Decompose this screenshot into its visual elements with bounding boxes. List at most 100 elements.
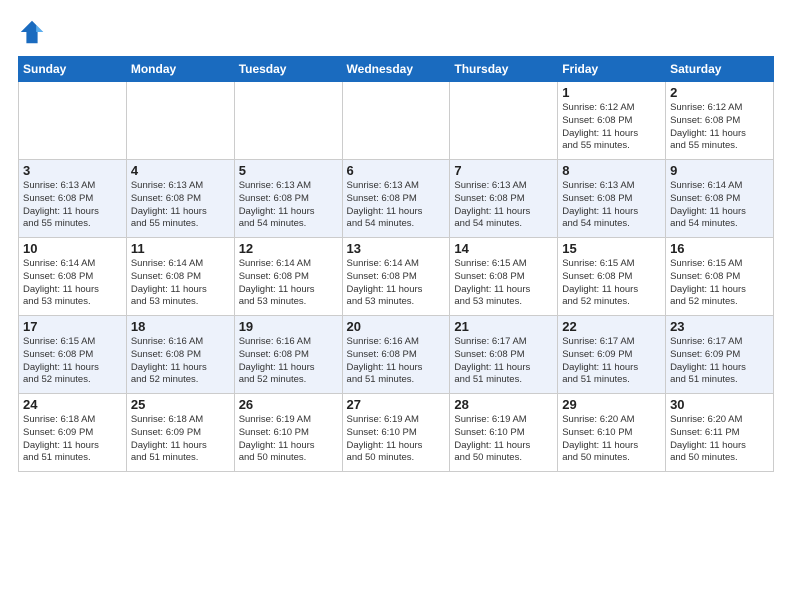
- day-info: Sunrise: 6:12 AM Sunset: 6:08 PM Dayligh…: [670, 102, 769, 153]
- calendar-cell: 23 Sunrise: 6:17 AM Sunset: 6:09 PM Dayli…: [666, 316, 774, 394]
- day-number: 2: [670, 85, 769, 100]
- weekday-header-monday: Monday: [126, 57, 234, 82]
- day-info: Sunrise: 6:13 AM Sunset: 6:08 PM Dayligh…: [131, 180, 230, 231]
- day-number: 16: [670, 241, 769, 256]
- day-number: 29: [562, 397, 661, 412]
- day-number: 24: [23, 397, 122, 412]
- day-info: Sunrise: 6:12 AM Sunset: 6:08 PM Dayligh…: [562, 102, 661, 153]
- calendar-cell: 26 Sunrise: 6:19 AM Sunset: 6:10 PM Dayli…: [234, 394, 342, 472]
- generalblue-icon: [18, 18, 46, 46]
- calendar-cell: 19 Sunrise: 6:16 AM Sunset: 6:08 PM Dayli…: [234, 316, 342, 394]
- calendar-cell: 1 Sunrise: 6:12 AM Sunset: 6:08 PM Daylig…: [558, 82, 666, 160]
- day-number: 12: [239, 241, 338, 256]
- calendar-cell: 8 Sunrise: 6:13 AM Sunset: 6:08 PM Daylig…: [558, 160, 666, 238]
- day-number: 26: [239, 397, 338, 412]
- calendar-cell: 7Sunrise: 6:13 AM Sunset: 6:08 PM Daylig…: [450, 160, 558, 238]
- day-info: Sunrise: 6:19 AM Sunset: 6:10 PM Dayligh…: [239, 414, 338, 465]
- day-info: Sunrise: 6:17 AM Sunset: 6:09 PM Dayligh…: [670, 336, 769, 387]
- calendar-cell: 10 Sunrise: 6:14 AM Sunset: 6:08 PM Dayli…: [19, 238, 127, 316]
- day-info: Sunrise: 6:13 AM Sunset: 6:08 PM Dayligh…: [562, 180, 661, 231]
- calendar-cell: 30 Sunrise: 6:20 AM Sunset: 6:11 PM Dayli…: [666, 394, 774, 472]
- calendar-cell: 17 Sunrise: 6:15 AM Sunset: 6:08 PM Dayli…: [19, 316, 127, 394]
- weekday-header-tuesday: Tuesday: [234, 57, 342, 82]
- page: SundayMondayTuesdayWednesdayThursdayFrid…: [0, 0, 792, 482]
- day-number: 19: [239, 319, 338, 334]
- day-number: 8: [562, 163, 661, 178]
- day-info: Sunrise: 6:15 AM Sunset: 6:08 PM Dayligh…: [454, 258, 553, 309]
- calendar-cell: 14 Sunrise: 6:15 AM Sunset: 6:08 PM Dayli…: [450, 238, 558, 316]
- calendar-cell: 13 Sunrise: 6:14 AM Sunset: 6:08 PM Dayli…: [342, 238, 450, 316]
- weekday-header-row: SundayMondayTuesdayWednesdayThursdayFrid…: [19, 57, 774, 82]
- day-number: 23: [670, 319, 769, 334]
- day-info: Sunrise: 6:20 AM Sunset: 6:10 PM Dayligh…: [562, 414, 661, 465]
- calendar-cell: 25 Sunrise: 6:18 AM Sunset: 6:09 PM Dayli…: [126, 394, 234, 472]
- day-info: Sunrise: 6:15 AM Sunset: 6:08 PM Dayligh…: [562, 258, 661, 309]
- day-info: Sunrise: 6:17 AM Sunset: 6:09 PM Dayligh…: [562, 336, 661, 387]
- day-number: 17: [23, 319, 122, 334]
- calendar-week-3: 10 Sunrise: 6:14 AM Sunset: 6:08 PM Dayli…: [19, 238, 774, 316]
- calendar-cell: 27 Sunrise: 6:19 AM Sunset: 6:10 PM Dayli…: [342, 394, 450, 472]
- calendar-cell: [342, 82, 450, 160]
- day-number: 22: [562, 319, 661, 334]
- calendar-cell: [450, 82, 558, 160]
- calendar-cell: 11 Sunrise: 6:14 AM Sunset: 6:08 PM Dayli…: [126, 238, 234, 316]
- weekday-header-wednesday: Wednesday: [342, 57, 450, 82]
- day-number: 30: [670, 397, 769, 412]
- day-info: Sunrise: 6:18 AM Sunset: 6:09 PM Dayligh…: [131, 414, 230, 465]
- day-number: 10: [23, 241, 122, 256]
- day-info: Sunrise: 6:14 AM Sunset: 6:08 PM Dayligh…: [131, 258, 230, 309]
- day-info: Sunrise: 6:18 AM Sunset: 6:09 PM Dayligh…: [23, 414, 122, 465]
- day-number: 1: [562, 85, 661, 100]
- calendar-cell: 29 Sunrise: 6:20 AM Sunset: 6:10 PM Dayli…: [558, 394, 666, 472]
- header: [18, 18, 774, 46]
- day-number: 6: [347, 163, 446, 178]
- day-number: 15: [562, 241, 661, 256]
- day-info: Sunrise: 6:19 AM Sunset: 6:10 PM Dayligh…: [454, 414, 553, 465]
- calendar-cell: 24 Sunrise: 6:18 AM Sunset: 6:09 PM Dayli…: [19, 394, 127, 472]
- calendar-cell: 20 Sunrise: 6:16 AM Sunset: 6:08 PM Dayli…: [342, 316, 450, 394]
- day-info: Sunrise: 6:14 AM Sunset: 6:08 PM Dayligh…: [239, 258, 338, 309]
- day-info: Sunrise: 6:14 AM Sunset: 6:08 PM Dayligh…: [23, 258, 122, 309]
- calendar-cell: [126, 82, 234, 160]
- day-info: Sunrise: 6:13 AM Sunset: 6:08 PM Dayligh…: [23, 180, 122, 231]
- day-info: Sunrise: 6:13 AM Sunset: 6:08 PM Dayligh…: [239, 180, 338, 231]
- day-number: 13: [347, 241, 446, 256]
- day-info: Sunrise: 6:16 AM Sunset: 6:08 PM Dayligh…: [239, 336, 338, 387]
- day-info: Sunrise: 6:17 AM Sunset: 6:08 PM Dayligh…: [454, 336, 553, 387]
- calendar-week-5: 24 Sunrise: 6:18 AM Sunset: 6:09 PM Dayli…: [19, 394, 774, 472]
- calendar-week-4: 17 Sunrise: 6:15 AM Sunset: 6:08 PM Dayli…: [19, 316, 774, 394]
- day-number: 4: [131, 163, 230, 178]
- day-info: Sunrise: 6:14 AM Sunset: 6:08 PM Dayligh…: [670, 180, 769, 231]
- day-number: 20: [347, 319, 446, 334]
- day-number: 14: [454, 241, 553, 256]
- day-number: 18: [131, 319, 230, 334]
- calendar-cell: 6Sunrise: 6:13 AM Sunset: 6:08 PM Daylig…: [342, 160, 450, 238]
- weekday-header-friday: Friday: [558, 57, 666, 82]
- day-number: 21: [454, 319, 553, 334]
- day-info: Sunrise: 6:19 AM Sunset: 6:10 PM Dayligh…: [347, 414, 446, 465]
- day-info: Sunrise: 6:15 AM Sunset: 6:08 PM Dayligh…: [670, 258, 769, 309]
- day-info: Sunrise: 6:20 AM Sunset: 6:11 PM Dayligh…: [670, 414, 769, 465]
- calendar-cell: 15 Sunrise: 6:15 AM Sunset: 6:08 PM Dayli…: [558, 238, 666, 316]
- calendar-cell: 2 Sunrise: 6:12 AM Sunset: 6:08 PM Daylig…: [666, 82, 774, 160]
- weekday-header-saturday: Saturday: [666, 57, 774, 82]
- calendar-cell: 4 Sunrise: 6:13 AM Sunset: 6:08 PM Daylig…: [126, 160, 234, 238]
- day-number: 28: [454, 397, 553, 412]
- calendar-table: SundayMondayTuesdayWednesdayThursdayFrid…: [18, 56, 774, 472]
- weekday-header-sunday: Sunday: [19, 57, 127, 82]
- weekday-header-thursday: Thursday: [450, 57, 558, 82]
- day-number: 25: [131, 397, 230, 412]
- calendar-cell: [234, 82, 342, 160]
- day-number: 5: [239, 163, 338, 178]
- day-info: Sunrise: 6:15 AM Sunset: 6:08 PM Dayligh…: [23, 336, 122, 387]
- calendar-cell: 5 Sunrise: 6:13 AM Sunset: 6:08 PM Daylig…: [234, 160, 342, 238]
- calendar-cell: 3Sunrise: 6:13 AM Sunset: 6:08 PM Daylig…: [19, 160, 127, 238]
- day-number: 27: [347, 397, 446, 412]
- day-number: 11: [131, 241, 230, 256]
- calendar-cell: 9Sunrise: 6:14 AM Sunset: 6:08 PM Daylig…: [666, 160, 774, 238]
- calendar-week-1: 1 Sunrise: 6:12 AM Sunset: 6:08 PM Daylig…: [19, 82, 774, 160]
- day-info: Sunrise: 6:16 AM Sunset: 6:08 PM Dayligh…: [347, 336, 446, 387]
- calendar-cell: [19, 82, 127, 160]
- day-info: Sunrise: 6:14 AM Sunset: 6:08 PM Dayligh…: [347, 258, 446, 309]
- calendar-cell: 18Sunrise: 6:16 AM Sunset: 6:08 PM Dayli…: [126, 316, 234, 394]
